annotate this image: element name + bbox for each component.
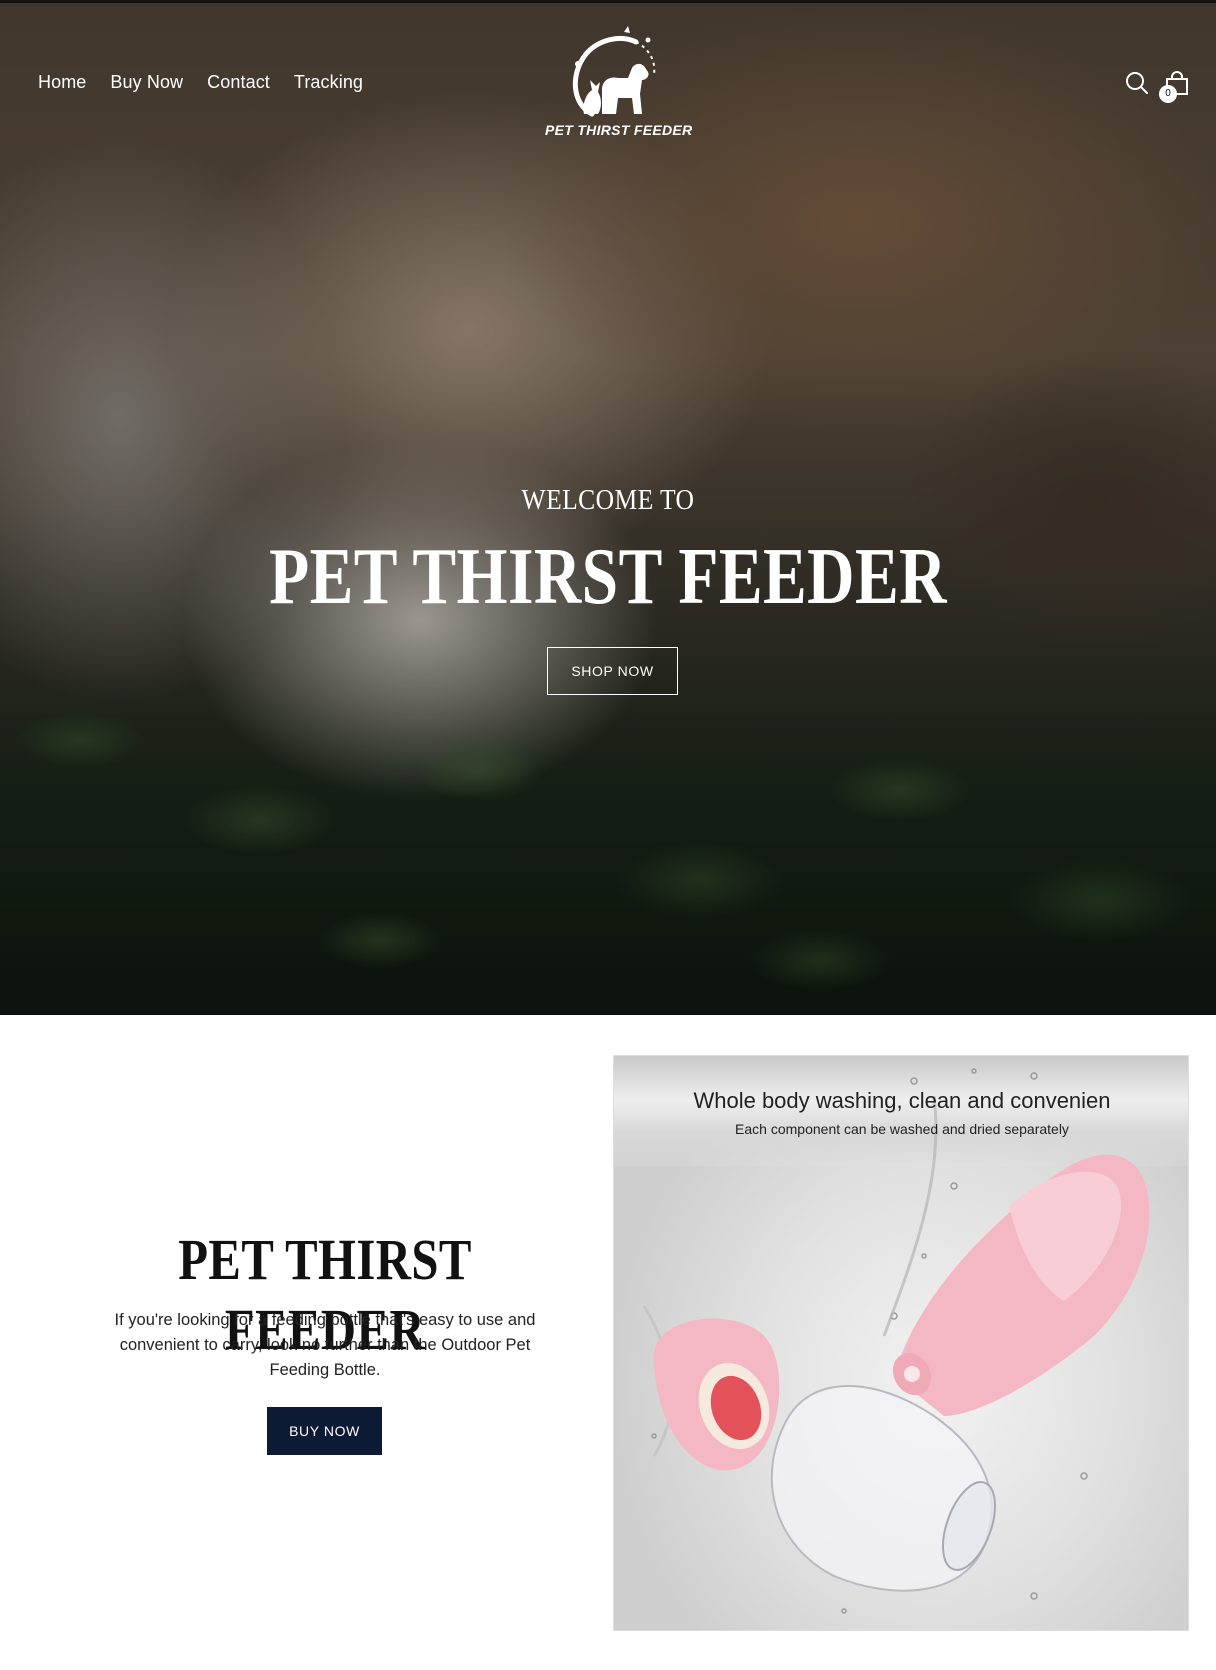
hero-kicker: WELCOME TO: [521, 484, 695, 516]
main-nav: Home Buy Now Contact Tracking: [38, 72, 387, 93]
nav-buy-now-link[interactable]: Buy Now: [110, 72, 183, 93]
hero-title: PET THIRST FEEDER: [269, 533, 947, 621]
search-icon: [1126, 72, 1148, 94]
feature-description: If you're looking for a feeding bottle t…: [114, 1311, 536, 1379]
buy-now-button[interactable]: BUY NOW: [267, 1407, 382, 1455]
logo-text: PET THIRST FEEDER: [545, 122, 693, 138]
product-image-subline: Each component can be washed and dried s…: [735, 1121, 1069, 1137]
product-image: Whole body washing, clean and convenien …: [613, 1055, 1189, 1631]
top-border: [0, 0, 1216, 3]
pet-bottle-illustration: [642, 1068, 1150, 1614]
cart-count-badge: 0: [1159, 85, 1177, 103]
nav-tracking-link[interactable]: Tracking: [294, 72, 363, 93]
nav-contact-link[interactable]: Contact: [207, 72, 270, 93]
site-logo[interactable]: PET THIRST FEEDER: [545, 24, 693, 144]
cat-and-dog-logo-icon: [572, 26, 656, 117]
shop-now-button[interactable]: SHOP NOW: [547, 647, 678, 695]
search-button[interactable]: [1124, 70, 1150, 96]
product-image-headline: Whole body washing, clean and convenien: [693, 1088, 1111, 1113]
nav-home-link[interactable]: Home: [38, 72, 86, 93]
